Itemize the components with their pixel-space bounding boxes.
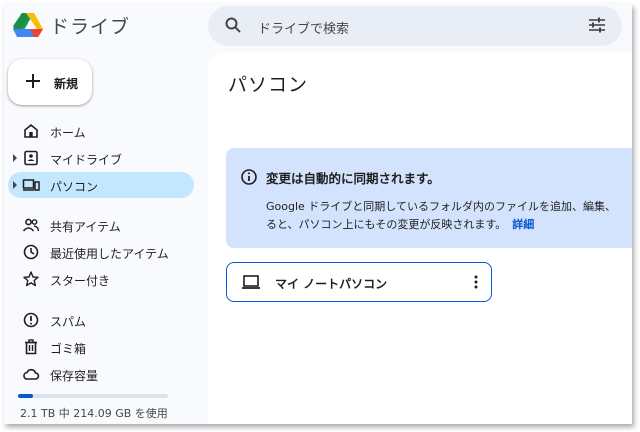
- laptop-icon: [241, 273, 261, 295]
- more-options-icon[interactable]: [473, 273, 479, 295]
- storage-usage-bar: [18, 394, 168, 398]
- spam-icon: [22, 311, 40, 329]
- new-button-label: 新規: [54, 77, 79, 91]
- storage-usage-text: 2.1 TB 中 214.09 GB を使用: [20, 407, 168, 420]
- storage-usage-fill: [18, 394, 33, 398]
- sidebar-item-computers[interactable]: パソコン: [8, 172, 194, 198]
- info-icon: [240, 168, 258, 190]
- sidebar-item-label: ホーム: [50, 126, 86, 140]
- search-options-icon[interactable]: [588, 17, 606, 37]
- clock-icon: [22, 243, 40, 261]
- drive-logo-icon[interactable]: [12, 12, 44, 38]
- search-input[interactable]: ドライブで検索: [258, 18, 349, 37]
- banner-heading: 変更は自動的に同期されます。: [266, 171, 440, 186]
- sync-info-banner: 変更は自動的に同期されます。 Google ドライブと同期しているフォルダ内のフ…: [226, 148, 632, 248]
- plus-icon: [23, 71, 43, 95]
- sidebar-item-label: 保存容量: [50, 369, 99, 383]
- sidebar-item-trash[interactable]: ゴミ箱: [8, 334, 194, 360]
- sidebar-item-spam[interactable]: スパム: [8, 307, 194, 333]
- sidebar-item-label: スター付き: [50, 274, 111, 288]
- device-card-my-laptop[interactable]: マイ ノートパソコン: [226, 262, 492, 302]
- star-icon: [22, 270, 40, 288]
- trash-icon: [22, 338, 40, 356]
- sidebar-item-starred[interactable]: スター付き: [8, 266, 194, 292]
- shared-icon: [22, 216, 40, 234]
- sidebar-item-shared[interactable]: 共有アイテム: [8, 212, 194, 238]
- computers-icon: [22, 176, 40, 194]
- sidebar-item-label: ゴミ箱: [50, 342, 87, 356]
- new-button[interactable]: 新規: [8, 59, 92, 105]
- details-link[interactable]: 詳細: [512, 218, 534, 231]
- sidebar-item-storage[interactable]: 保存容量: [8, 361, 194, 387]
- app-title: ドライブ: [50, 16, 131, 38]
- banner-text: ると、パソコン上にもその変更が反映されます。: [266, 218, 507, 231]
- cloud-icon: [22, 365, 40, 383]
- sidebar-item-recent[interactable]: 最近使用したアイテム: [8, 239, 194, 265]
- banner-text-line-2: ると、パソコン上にもその変更が反映されます。 詳細: [266, 216, 534, 232]
- sidebar-item-label: スパム: [50, 315, 87, 329]
- expand-caret-icon[interactable]: [13, 154, 17, 162]
- home-icon: [22, 122, 40, 140]
- sidebar-item-label: パソコン: [50, 180, 99, 194]
- sidebar-item-my-drive[interactable]: マイドライブ: [8, 145, 194, 171]
- sidebar-item-home[interactable]: ホーム: [8, 118, 194, 144]
- main-content: パソコン 変更は自動的に同期されます。 Google ドライブと同期しているフォ…: [208, 52, 632, 424]
- search-icon[interactable]: [224, 16, 242, 38]
- device-name: マイ ノートパソコン: [275, 277, 388, 291]
- sidebar-item-label: 共有アイテム: [50, 220, 121, 234]
- sidebar-item-label: マイドライブ: [50, 153, 123, 167]
- page-title: パソコン: [228, 74, 309, 96]
- my-drive-icon: [22, 149, 40, 167]
- sidebar-item-label: 最近使用したアイテム: [50, 247, 169, 261]
- expand-caret-icon[interactable]: [13, 181, 17, 189]
- banner-text-line-1: Google ドライブと同期しているフォルダ内のファイルを追加、編集、: [266, 200, 616, 213]
- search-bar[interactable]: ドライブで検索: [208, 6, 622, 46]
- drive-window: ドライブ ドライブで検索 新規 ホーム マイドライブ パソコン 共有アイテム 最…: [4, 4, 632, 424]
